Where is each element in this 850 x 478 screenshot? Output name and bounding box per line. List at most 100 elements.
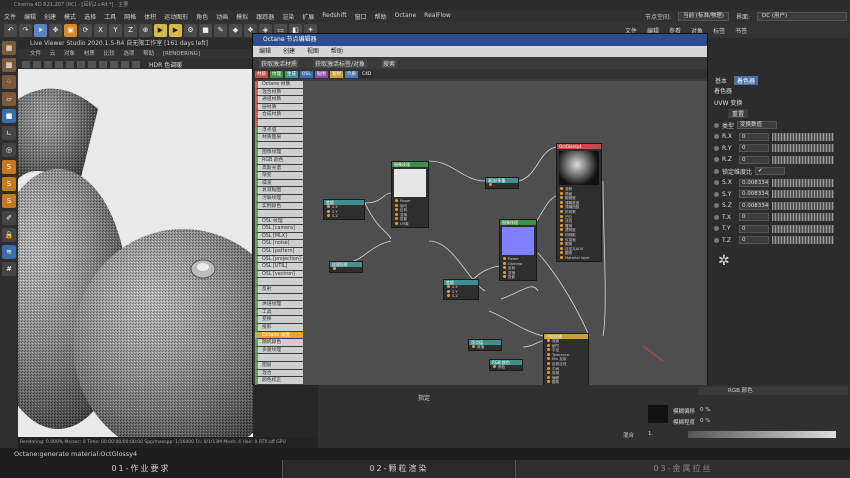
scale-icon[interactable]: ▣: [64, 23, 77, 37]
node-list-item[interactable]: 合成材质: [255, 111, 303, 119]
blur-offset-value[interactable]: 0 %: [700, 407, 710, 413]
edges-mode-icon[interactable]: ▱: [2, 92, 16, 106]
attr-value[interactable]: 0: [739, 236, 769, 245]
node-transform1[interactable]: 变换 S.X S.Y S.Z: [323, 199, 365, 220]
viewer-lock-icon[interactable]: [66, 60, 74, 68]
viewer-region-icon[interactable]: [77, 60, 85, 68]
lock-icon[interactable]: 🔒: [2, 228, 16, 242]
attr-value[interactable]: 0: [739, 213, 769, 222]
port-icon[interactable]: [560, 246, 563, 250]
keyframe-dot-icon[interactable]: [714, 122, 719, 128]
node-list-item[interactable]: 混合: [255, 369, 303, 378]
menu-item[interactable]: 扩展: [298, 12, 318, 21]
node-list-item[interactable]: 通道材质: [255, 96, 303, 104]
tab-requirements[interactable]: 01-作业要求: [0, 460, 283, 478]
attr-slider[interactable]: [772, 201, 834, 210]
attr-value[interactable]: 0: [739, 132, 769, 141]
node-normal[interactable]: 图像纹理 Power Gamma 反转 变换 投影: [499, 219, 537, 281]
port-icon[interactable]: [547, 375, 550, 379]
port-icon[interactable]: [489, 183, 492, 186]
menu-item[interactable]: 文件: [0, 12, 20, 21]
get-active-material-button[interactable]: 获取激活材质: [259, 58, 300, 68]
axis-z-button[interactable]: Z: [124, 23, 137, 37]
port-icon[interactable]: [547, 357, 550, 361]
cube-icon[interactable]: ■: [199, 23, 212, 37]
node-input-row[interactable]: 颜色: [490, 365, 522, 370]
port-icon[interactable]: [547, 348, 550, 352]
node-image[interactable]: 图像纹理 Power 伽马 反转 变换 投影 UV集: [391, 161, 429, 228]
node-list-item[interactable]: OSL 纹理: [255, 217, 303, 226]
node-list-item[interactable]: 渐变: [255, 172, 303, 180]
attr-value[interactable]: 0.008334: [739, 178, 769, 187]
pen-icon[interactable]: ✎: [214, 23, 227, 37]
category-tag[interactable]: 介质: [344, 70, 358, 78]
node-rgb[interactable]: RGB 颜色 颜色: [489, 359, 523, 371]
node-menu-edit[interactable]: 编辑: [259, 48, 271, 55]
node-list-item[interactable]: [255, 118, 303, 127]
menu-item[interactable]: 选择: [80, 12, 100, 21]
viewer-menu-compare[interactable]: 比较: [104, 51, 115, 57]
node-graph-canvas[interactable]: OctGlossy4 漫射 镜面 粗糙度 薄膜宽度 薄膜指数 折射率 凹凸 法线 置换 透明度 伪阴影…: [303, 81, 707, 385]
node-list-item[interactable]: Octane 材质: [255, 81, 303, 89]
attr-value[interactable]: 0: [739, 144, 769, 153]
port-icon[interactable]: [560, 223, 563, 227]
port-icon[interactable]: [395, 221, 398, 225]
port-icon[interactable]: [447, 285, 450, 288]
node-list-item[interactable]: 混合材质: [255, 88, 303, 97]
port-icon[interactable]: [503, 270, 506, 274]
node-input-row[interactable]: S.Z: [324, 214, 364, 219]
node-list-item[interactable]: 噪波: [255, 179, 303, 188]
menu-item[interactable]: 窗口: [351, 12, 371, 21]
port-icon[interactable]: [560, 196, 563, 200]
node-transform2[interactable]: 变换 S.X S.Y S.Z: [443, 279, 479, 300]
model-mode-icon[interactable]: ▦: [2, 41, 16, 55]
blur-scale-value[interactable]: 0 %: [700, 418, 710, 424]
keyframe-dot-icon[interactable]: [714, 214, 719, 220]
port-icon[interactable]: [395, 199, 398, 202]
node-list-item[interactable]: OSL [UTIL]: [255, 263, 303, 271]
axis-mode-icon[interactable]: ∟: [2, 126, 16, 140]
node-menu-help[interactable]: 帮助: [331, 48, 343, 55]
node-uvw[interactable]: 纹理投影: [329, 261, 363, 273]
node-list-item[interactable]: 实例颜色: [255, 202, 303, 211]
category-tag[interactable]: 发射: [329, 70, 343, 78]
category-tag[interactable]: 纹理: [270, 70, 283, 78]
node-list-item[interactable]: 多重纹理: [255, 346, 303, 355]
menu-item[interactable]: Octane: [391, 12, 421, 21]
port-icon[interactable]: [493, 365, 496, 368]
port-icon[interactable]: [547, 352, 550, 356]
port-icon[interactable]: [560, 251, 563, 255]
node-list-item[interactable]: OSL [pattern]: [255, 248, 303, 256]
attr-slider[interactable]: [772, 155, 834, 164]
node-list-item[interactable]: [255, 293, 303, 302]
attr-slider[interactable]: [772, 144, 834, 153]
viewer-mode-select[interactable]: HDR 色调暖: [149, 60, 182, 69]
node-list-item[interactable]: OSL [projection]: [255, 255, 303, 264]
port-icon[interactable]: [560, 187, 563, 190]
tab-basic[interactable]: 基本: [712, 76, 730, 85]
port-icon[interactable]: [547, 361, 550, 365]
port-icon[interactable]: [395, 208, 398, 212]
node-input-row[interactable]: [486, 183, 518, 188]
menu-item[interactable]: 工具: [100, 12, 120, 21]
axis-x-button[interactable]: X: [94, 23, 107, 37]
node-list-item[interactable]: 层材质: [255, 103, 303, 112]
node-list-item[interactable]: 污垢纹理: [255, 194, 303, 203]
attr-value[interactable]: 0.008334: [739, 201, 769, 210]
node-input-row[interactable]: UV集: [392, 221, 428, 227]
node-menu-view[interactable]: 视图: [307, 48, 319, 55]
texture-mode-icon[interactable]: ▩: [2, 58, 16, 72]
port-icon[interactable]: [447, 289, 450, 293]
viewer-menu-cloud[interactable]: 云: [50, 51, 56, 57]
port-icon[interactable]: [560, 214, 563, 218]
keyframe-dot-icon[interactable]: [714, 203, 719, 209]
keyframe-dot-icon[interactable]: [714, 191, 719, 197]
viewer-menu-object[interactable]: 对象: [64, 51, 75, 57]
node-list-item[interactable]: 衰减贴图: [255, 187, 303, 195]
menu-item[interactable]: Redshift: [318, 12, 350, 21]
port-icon[interactable]: [503, 257, 506, 260]
color-swatch[interactable]: [648, 405, 668, 423]
tab-shader[interactable]: 着色器: [734, 75, 759, 85]
attr-subsection[interactable]: UVW 变换: [708, 97, 850, 109]
node-list-item[interactable]: 图像纹理: [255, 149, 303, 157]
